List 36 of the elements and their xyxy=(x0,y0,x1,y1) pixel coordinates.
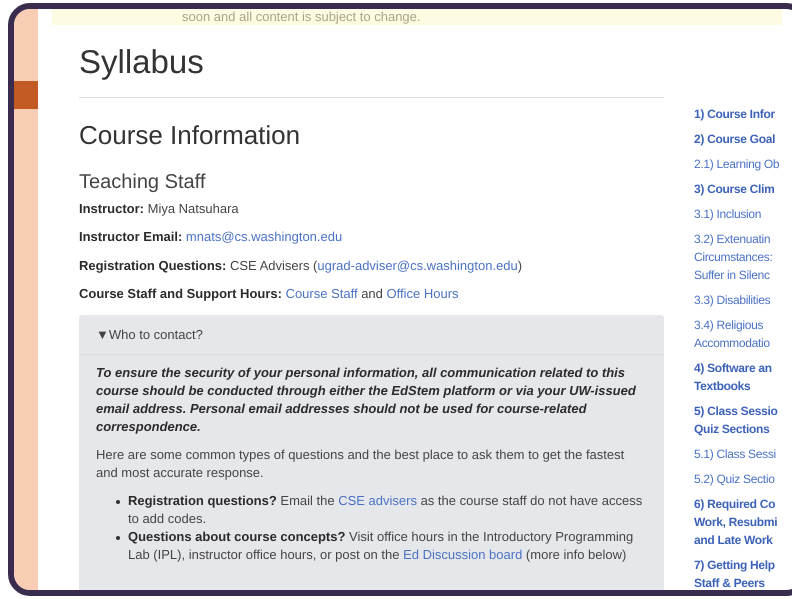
info-line: Instructor: Miya Natsuhara xyxy=(79,200,240,218)
text-link[interactable]: ugrad-adviser@cs.washington.edu xyxy=(317,258,518,272)
toc-link[interactable]: 4) Software an Textbooks xyxy=(694,359,792,395)
text-link[interactable]: mnats@cs.washington.edu xyxy=(186,229,342,244)
page-title: Syllabus xyxy=(79,37,664,98)
subsection-title: Teaching Staff xyxy=(79,170,206,194)
toc-link[interactable]: 3.3) Disabilities xyxy=(694,291,792,309)
toc-link[interactable]: 5.2) Quiz Sectio xyxy=(694,470,792,488)
text-link[interactable]: CSE advisers xyxy=(338,493,417,508)
toc-link[interactable]: 5) Class Sessio Quiz Sections xyxy=(694,402,792,438)
toc-link[interactable]: 3.2) Extenuatin Circumstances: Suffer in Silenc xyxy=(694,230,792,284)
toc-link[interactable]: 2) Course Goal xyxy=(694,130,792,148)
strip-marker xyxy=(14,81,38,109)
section-title: Course Information xyxy=(79,118,302,152)
toc-link[interactable]: 1) Course Infor xyxy=(694,105,792,123)
toc-link[interactable]: 5.1) Class Sessi xyxy=(694,445,792,463)
bullet-icon xyxy=(116,536,120,540)
info-line: Registration Questions: CSE Advisers (ugrad-adviser@cs.washington.edu) xyxy=(79,256,524,275)
text-link[interactable]: Ed Discussion board xyxy=(403,547,522,562)
security-notice: To ensure the security of your personal information, all communication related to this course should be conducted through either the EdStem platform or via your UW-issued email address. Personal email addresses should not be used for course-related correspondence. xyxy=(96,364,637,436)
bullet-text: Registration questions? Email the CSE advisers as the course staff do not have access to add codes. xyxy=(128,492,644,528)
intro-paragraph: Here are some common types of questions and the best place to ask them to get the fastest and most accurate response. xyxy=(96,446,626,482)
details-summary[interactable]: ▼Who to contact? xyxy=(79,314,664,355)
info-line: Instructor Email: mnats@cs.washington.edu xyxy=(79,228,344,246)
text-link[interactable]: Office Hours xyxy=(386,286,459,301)
toc-link[interactable]: 3.1) Inclusion xyxy=(694,205,792,223)
info-line: Course Staff and Support Hours: Course Staff and Office Hours xyxy=(79,285,460,303)
toc-link[interactable]: 7) Getting Help Staff & Peers xyxy=(694,556,792,590)
toc-link[interactable]: 6) Required Co Work, Resubmi and Late Work xyxy=(694,495,792,549)
bullet-icon xyxy=(116,500,120,504)
toc-link[interactable]: 3.4) Religious Accommodatio xyxy=(694,316,792,352)
toc-link[interactable]: 2.1) Learning Ob xyxy=(694,155,792,173)
text-link[interactable]: Course Staff xyxy=(286,286,358,301)
toc-link[interactable]: 3) Course Clim xyxy=(694,180,792,198)
banner-text: soon and all content is subject to change. xyxy=(182,9,420,25)
bullet-text: Questions about course concepts? Visit office hours in the Introductory Programming Lab (IPL), instructor office hours, or post on the Ed Discussion board (more info below) xyxy=(128,528,634,564)
